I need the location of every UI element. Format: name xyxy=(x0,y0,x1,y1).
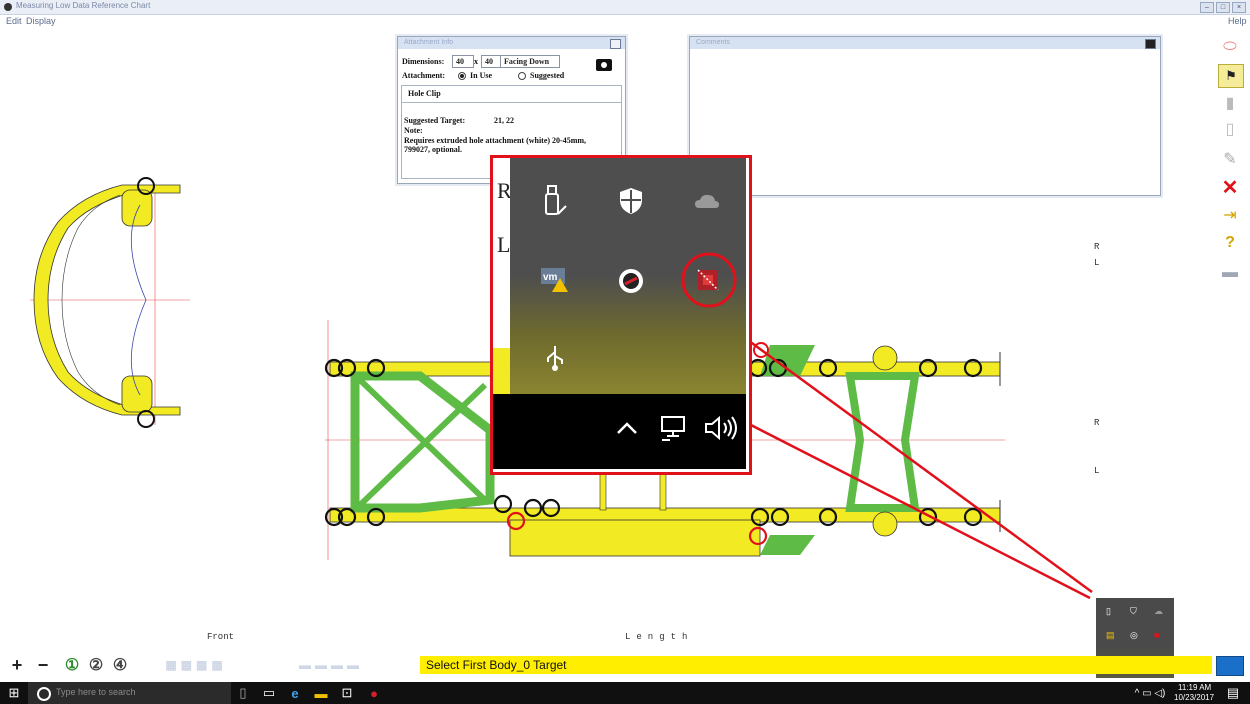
suggested-target-value: 21, 22 xyxy=(494,116,514,125)
microphone-icon[interactable]: ▯ xyxy=(236,685,250,701)
tool-grey-1-icon[interactable]: ▮ xyxy=(1218,92,1242,114)
dimension-width-field: 40 xyxy=(452,55,474,68)
delete-x-icon[interactable]: ✕ xyxy=(1218,176,1242,199)
status-bar-toggle[interactable] xyxy=(1216,656,1244,676)
tool-grey-2-icon[interactable]: ▯ xyxy=(1218,118,1242,140)
window-title: Measuring Low Data Reference Chart xyxy=(16,1,151,10)
in-use-label: In Use xyxy=(470,71,493,80)
layer-tools-icon[interactable]: ▬▬▬▬ xyxy=(256,656,406,674)
highlight-ring xyxy=(681,252,737,308)
file-explorer-icon[interactable]: ▬ xyxy=(314,685,328,701)
search-placeholder: Type here to search xyxy=(56,687,136,697)
windows-defender-icon[interactable] xyxy=(618,186,644,216)
system-tray-icons[interactable]: ^ ▭ ◁) xyxy=(1128,685,1172,701)
zoom-2-icon[interactable]: ② xyxy=(86,656,106,674)
notification-icon[interactable]: ▤ xyxy=(1224,685,1242,701)
tool-grey-3-icon[interactable]: ✎ xyxy=(1218,148,1242,170)
clock-date: 10/23/2017 xyxy=(1174,693,1215,702)
note-text: Requires extruded hole attachment (white… xyxy=(404,136,587,154)
erase-icon[interactable]: ⬭ xyxy=(1218,36,1242,58)
front-view-frame xyxy=(30,177,190,428)
mini-usb-drive-icon[interactable]: ▯ xyxy=(1106,606,1111,617)
comments-panel-header: Comments xyxy=(690,37,1160,49)
taskbar-search-box[interactable]: Type here to search xyxy=(28,682,231,704)
app-taskbar-icon[interactable]: ● xyxy=(366,685,382,701)
camera-tool-icon[interactable]: ▬ xyxy=(1218,262,1242,284)
suggested-radio[interactable] xyxy=(518,72,526,80)
suggested-target-label: Suggested Target: xyxy=(404,116,466,125)
menu-help[interactable]: Help xyxy=(1228,16,1247,26)
chevron-up-icon[interactable] xyxy=(615,420,639,436)
task-view-icon[interactable]: ▭ xyxy=(262,685,276,701)
popup-letter-l: L xyxy=(497,232,511,257)
edge-icon[interactable]: e xyxy=(288,685,302,701)
suggested-label: Suggested xyxy=(530,71,565,80)
menu-bar: Edit Display Help xyxy=(0,15,1250,29)
mini-vmware-icon[interactable]: ▤ xyxy=(1106,630,1115,641)
label-r-bottom: R xyxy=(1094,418,1100,428)
popup-frame-strip xyxy=(493,348,510,394)
label-length: Length xyxy=(625,632,694,642)
item-name: Hole Clip xyxy=(408,89,441,98)
tray-overflow-panel: vm xyxy=(510,158,746,394)
minimize-button[interactable]: – xyxy=(1200,2,1214,13)
measure-icon[interactable]: ⚑ xyxy=(1218,64,1244,88)
label-r-top: R xyxy=(1094,242,1100,252)
search-circle-icon xyxy=(37,687,51,701)
onedrive-icon[interactable] xyxy=(694,192,720,210)
clock-time: 11:19 AM xyxy=(1178,683,1212,692)
usb-icon[interactable] xyxy=(542,344,568,372)
zoom-1-icon[interactable]: ① xyxy=(62,656,82,674)
menu-edit[interactable]: Edit xyxy=(6,16,22,26)
comments-close-button[interactable] xyxy=(1145,39,1156,49)
arrow-into-icon[interactable]: ⇥ xyxy=(1218,204,1242,226)
label-l-top: L xyxy=(1094,258,1100,268)
mini-defender-icon[interactable]: ⛉ xyxy=(1130,606,1137,617)
mini-app-icon[interactable]: ■ xyxy=(1154,630,1159,640)
attachment-panel-header: Attachment Info xyxy=(398,37,625,49)
svg-text:vm: vm xyxy=(543,272,558,283)
status-message: Select First Body_0 Target xyxy=(426,658,567,672)
store-icon[interactable]: ⊡ xyxy=(340,685,354,701)
help-icon[interactable]: ? xyxy=(1218,232,1242,254)
view-tools-icon[interactable]: ▦▦▦▦ xyxy=(146,656,246,674)
device-manager-icon[interactable] xyxy=(616,266,646,296)
dimensions-label: Dimensions: xyxy=(402,57,445,66)
label-l-bottom: L xyxy=(1094,466,1100,476)
mini-device-icon[interactable]: ◎ xyxy=(1130,630,1138,641)
note-label: Note: xyxy=(404,126,423,135)
volume-icon[interactable] xyxy=(703,414,739,442)
usb-drive-icon[interactable] xyxy=(542,184,568,218)
label-front: Front xyxy=(207,632,235,642)
dimension-x: x xyxy=(474,57,478,66)
camera-icon[interactable] xyxy=(596,59,612,71)
zoomed-taskbar xyxy=(493,394,746,469)
attachment-label: Attachment: xyxy=(402,71,446,80)
mini-onedrive-icon[interactable]: ☁ xyxy=(1154,606,1163,617)
zoom-out-minus-icon[interactable]: − xyxy=(34,655,52,675)
vmware-warning-icon[interactable]: vm xyxy=(540,266,570,294)
panel-close-button[interactable] xyxy=(610,39,621,49)
facing-field: Facing Down xyxy=(500,55,560,68)
zoom-4-icon[interactable]: ④ xyxy=(110,656,130,674)
in-use-radio[interactable] xyxy=(458,72,466,80)
maximize-button[interactable]: □ xyxy=(1216,2,1230,13)
zoomed-tray-callout: R L vm xyxy=(490,155,752,475)
status-bar: Select First Body_0 Target xyxy=(420,656,1212,674)
windows-start-icon[interactable]: ⊞ xyxy=(6,685,22,701)
network-icon[interactable] xyxy=(659,414,689,442)
zoom-in-plus-icon[interactable]: + xyxy=(8,655,26,675)
window-title-bar: Measuring Low Data Reference Chart – □ × xyxy=(0,0,1250,15)
comments-panel: Comments xyxy=(689,36,1161,196)
menu-display[interactable]: Display xyxy=(26,16,56,26)
close-window-button[interactable]: × xyxy=(1232,2,1246,13)
app-icon xyxy=(4,3,12,11)
windows-taskbar: ⊞ Type here to search ▯ ▭ e ▬ ⊡ ● ^ ▭ ◁)… xyxy=(0,682,1250,704)
